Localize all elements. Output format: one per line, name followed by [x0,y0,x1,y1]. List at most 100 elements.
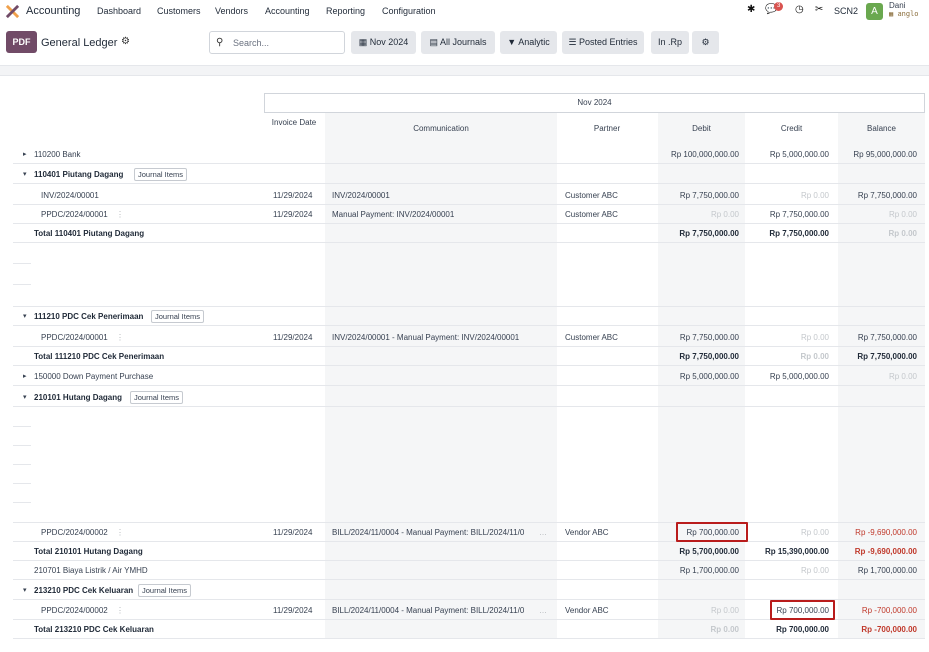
divider [13,426,31,427]
header-invoice-date: Invoice Date [271,118,317,127]
highlight-box [676,522,748,542]
invoice-date: 11/29/2024 [273,528,313,537]
app-name[interactable]: Accounting [26,5,80,17]
date-filter-button[interactable]: ▦ Nov 2024 [351,31,416,54]
journal-items-button[interactable]: Journal Items [130,391,184,404]
user-menu[interactable]: Dani ▦ anglo [889,1,919,19]
communication: Manual Payment: INV/2024/00001 [332,210,455,219]
total-label: Total 210101 Hutang Dagang [34,547,143,556]
accounting-app-icon[interactable] [5,4,20,19]
move-name[interactable]: PPDC/2024/00001 [41,210,108,219]
gear-icon[interactable]: ⚙ [121,36,130,47]
divider [13,284,31,285]
dots-icon[interactable]: ⋮ [116,333,124,342]
pdf-button[interactable]: PDF [6,31,37,53]
communication: BILL/2024/11/0004 - Manual Payment: BILL… [332,606,525,615]
menu-configuration[interactable]: Configuration [382,6,436,16]
debit-value: Rp 0.00 [710,606,739,615]
table-row[interactable]: PPDC/2024/00001 ⋮ 11/29/2024 INV/2024/00… [13,328,925,347]
journal-items-button[interactable]: Journal Items [134,168,188,181]
journals-filter-button[interactable]: ▤ All Journals [421,31,495,54]
company-switcher[interactable]: SCN2 [834,6,858,16]
account-row[interactable]: ▾ 213210 PDC Cek Keluaran Journal Items [13,581,925,600]
spacer-row [13,288,925,307]
account-name: 213210 PDC Cek Keluaran [34,586,134,595]
credit-value: Rp 5,000,000.00 [769,150,829,159]
highlight-box [770,600,835,620]
bug-icon[interactable]: ✱ [747,4,755,15]
spacer-row [13,504,925,523]
menu-vendors[interactable]: Vendors [215,6,248,16]
table-row[interactable]: PPDC/2024/00001 ⋮ 11/29/2024 Manual Paym… [13,205,925,224]
credit-total: Rp 15,390,000.00 [764,547,829,556]
funnel-icon: ▼ [507,37,517,47]
account-row[interactable]: ▾ 110401 Piutang Dagang Journal Items [13,165,925,184]
partner: Customer ABC [565,191,618,200]
avatar[interactable]: A [866,3,883,20]
database-name: ▦ anglo [889,10,919,19]
credit-value: Rp 7,750,000.00 [769,210,829,219]
search-input[interactable]: ⚲ Search... [209,31,345,54]
search-icon: ⚲ [216,37,224,48]
caret-down-icon: ▾ [23,171,27,178]
analytic-filter-label: Analytic [518,37,550,47]
invoice-date: 11/29/2024 [273,333,313,342]
credit-total: Rp 700,000.00 [776,625,829,634]
account-row[interactable]: ▸ 110200 Bank Rp 100,000,000.00 Rp 5,000… [13,145,925,164]
account-row[interactable]: 210701 Biaya Listrik / Air YMHD Rp 1,700… [13,561,925,580]
divider [13,263,31,264]
credit-value: Rp 0.00 [800,333,829,342]
credit-value: Rp 5,000,000.00 [769,372,829,381]
partner: Vendor ABC [565,528,609,537]
header-credit: Credit [780,124,803,133]
move-name[interactable]: INV/2024/00001 [41,191,99,200]
journal-items-button[interactable]: Journal Items [138,584,192,597]
balance-value: Rp 95,000,000.00 [853,150,917,159]
tools-icon[interactable]: ✂ [815,4,823,15]
dots-icon[interactable]: ⋮ [116,210,124,219]
account-row[interactable]: ▾ 210101 Hutang Dagang Journal Items [13,388,925,407]
debit-value: Rp 1,700,000.00 [679,566,739,575]
database-icon: ▦ [889,10,894,18]
search-placeholder: Search... [233,38,270,48]
settings-gears-icon[interactable]: ⚙ [692,31,719,54]
book-icon: ▤ [429,37,438,47]
caret-right-icon: ▸ [23,151,27,158]
currency-button[interactable]: In .Rp [651,31,689,54]
journal-items-button[interactable]: Journal Items [151,310,205,323]
credit-value: Rp 0.00 [800,566,829,575]
clock-icon[interactable]: ◷ [795,4,804,15]
account-name: 110401 Piutang Dagang [34,170,124,179]
debit-value: Rp 7,750,000.00 [679,333,739,342]
menu-customers[interactable]: Customers [157,6,201,16]
dots-icon[interactable]: ⋮ [116,528,124,537]
analytic-filter-button[interactable]: ▼ Analytic [500,31,557,54]
page-title: General Ledger [41,37,118,49]
account-row[interactable]: ▸ 150000 Down Payment Purchase Rp 5,000,… [13,367,925,386]
debit-total: Rp 7,750,000.00 [679,352,739,361]
debit-value: Rp 5,000,000.00 [679,372,739,381]
menu-dashboard[interactable]: Dashboard [97,6,141,16]
credit-total: Rp 7,750,000.00 [769,229,829,238]
partner: Customer ABC [565,210,618,219]
dots-icon[interactable]: ⋮ [116,606,124,615]
balance-total: Rp 7,750,000.00 [857,352,917,361]
menu-reporting[interactable]: Reporting [326,6,365,16]
credit-value: Rp 0.00 [800,191,829,200]
move-name[interactable]: PPDC/2024/00002 [41,606,108,615]
header-partner: Partner [593,124,621,133]
menu-accounting[interactable]: Accounting [265,6,310,16]
account-name: 150000 Down Payment Purchase [34,372,154,381]
balance-total: Rp -700,000.00 [861,625,917,634]
debit-total: Rp 7,750,000.00 [679,229,739,238]
table-row[interactable]: PPDC/2024/00002 ⋮ 11/29/2024 BILL/2024/1… [13,523,925,542]
date-filter-label: Nov 2024 [369,37,409,47]
table-row[interactable]: INV/2024/00001 11/29/2024 INV/2024/00001… [13,186,925,205]
sliders-icon: ☰ [568,37,577,47]
posted-entries-button[interactable]: ☰ Posted Entries [562,31,644,54]
period-header: Nov 2024 [264,93,925,113]
move-name[interactable]: PPDC/2024/00001 [41,333,108,342]
header-balance: Balance [867,124,896,133]
move-name[interactable]: PPDC/2024/00002 [41,528,108,537]
account-row[interactable]: ▾ 111210 PDC Cek Penerimaan Journal Item… [13,307,925,326]
